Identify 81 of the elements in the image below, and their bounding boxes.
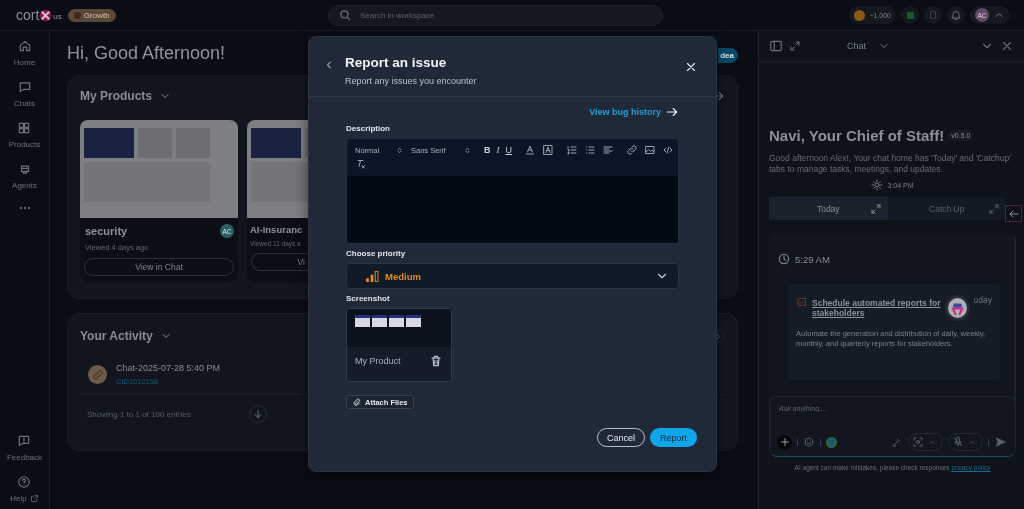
bullet-list-icon[interactable] — [584, 144, 596, 156]
field-label: Screenshot — [346, 294, 390, 303]
expand-icon — [988, 202, 1000, 215]
nav-item[interactable]: Chats — [14, 80, 35, 108]
pen-icon[interactable] — [891, 436, 903, 448]
plan-icon — [73, 11, 81, 19]
external-link-icon — [29, 494, 39, 503]
grid-icon — [17, 121, 32, 135]
task-icon — [796, 296, 808, 308]
greeting-heading: Hi, Good Afternoon! — [67, 42, 226, 64]
text-color-icon[interactable] — [524, 144, 536, 156]
dialog-title: Report an issue — [345, 55, 448, 70]
feedback-icon — [17, 434, 32, 448]
logo-text: us — [53, 12, 62, 21]
close-icon[interactable] — [684, 60, 698, 74]
notifications-button[interactable] — [947, 6, 965, 24]
notes-button[interactable] — [924, 6, 942, 24]
home-icon — [17, 39, 32, 53]
report-button[interactable]: Report — [650, 428, 697, 447]
bug-history-link[interactable]: View bug history — [589, 105, 679, 119]
chat-icon — [17, 80, 32, 94]
tab[interactable]: Catch Up — [887, 197, 1006, 220]
microphone-off-icon — [952, 436, 964, 448]
nav-item[interactable]: Home — [13, 39, 36, 67]
arrow-right-icon — [665, 105, 679, 119]
coin-icon — [854, 9, 866, 21]
nav-item[interactable]: Help — [10, 475, 39, 503]
stepper-icon — [463, 145, 472, 155]
add-button[interactable] — [777, 434, 792, 450]
chat-heading: Navi, Your Chief of Staff! — [769, 127, 945, 144]
sun-icon — [871, 179, 884, 191]
field-label: Choose priority — [346, 249, 406, 258]
smiley-icon[interactable] — [803, 436, 815, 448]
code-icon[interactable] — [662, 144, 674, 156]
priority-bars-icon — [366, 270, 379, 282]
nav-item[interactable]: Agents — [12, 162, 37, 190]
nav-item[interactable]: Feedback — [6, 434, 43, 462]
trash-icon[interactable] — [429, 354, 443, 368]
scan-icon — [912, 436, 924, 448]
expand-icon[interactable] — [789, 40, 801, 52]
clear-format-icon[interactable] — [355, 158, 367, 170]
chain-link-icon — [91, 368, 104, 381]
globe-icon[interactable] — [826, 436, 837, 448]
logo-mark-icon — [39, 8, 53, 22]
sidebar-icon[interactable] — [769, 39, 783, 53]
idea-button[interactable]: dea — [718, 47, 738, 63]
app-icon — [906, 11, 914, 19]
section-toggle[interactable]: My Products — [80, 89, 171, 103]
stepper-icon — [395, 145, 404, 155]
app-button[interactable] — [901, 6, 919, 24]
paperclip-icon — [352, 397, 361, 407]
field-label: Description — [346, 124, 390, 133]
chat-selector[interactable]: Chat — [847, 40, 890, 52]
image-icon[interactable] — [644, 144, 656, 156]
clock-icon — [777, 252, 791, 266]
plus-icon — [778, 436, 791, 448]
link-icon[interactable] — [626, 144, 638, 156]
search-icon — [338, 8, 352, 22]
underline-button[interactable]: U — [505, 145, 512, 155]
screenshot-card: My Product — [346, 308, 452, 382]
bell-icon — [950, 9, 962, 21]
align-icon[interactable] — [602, 144, 614, 156]
note-icon — [930, 11, 936, 19]
bold-button[interactable]: B — [484, 145, 491, 155]
task-link[interactable]: Schedule automated reports for stakeholders — [812, 297, 941, 319]
expand-icon — [869, 202, 882, 215]
highlight-icon[interactable] — [542, 144, 554, 156]
italic-button[interactable]: I — [496, 145, 500, 155]
nav-item[interactable]: Products — [8, 121, 41, 149]
arrow-down-icon — [251, 408, 264, 420]
logo-text: cort — [16, 7, 40, 23]
priority-select[interactable]: Medium — [346, 263, 679, 289]
robot-avatar-icon — [944, 295, 970, 321]
collapse-button[interactable] — [1005, 205, 1022, 222]
numbered-list-icon[interactable] — [566, 144, 578, 156]
tab[interactable]: Today — [769, 197, 888, 220]
plan-badge: Growth — [67, 8, 116, 22]
intro-text: Good afternoon Alex!, Your chat home has 'Today' and 'Catchup' tabs to manage tasks, meetings, and updates. — [769, 153, 1012, 175]
dialog-subtitle: Report any issues you encounter — [345, 76, 477, 86]
section-toggle[interactable]: Your Activity — [80, 329, 172, 343]
help-icon — [17, 475, 32, 489]
